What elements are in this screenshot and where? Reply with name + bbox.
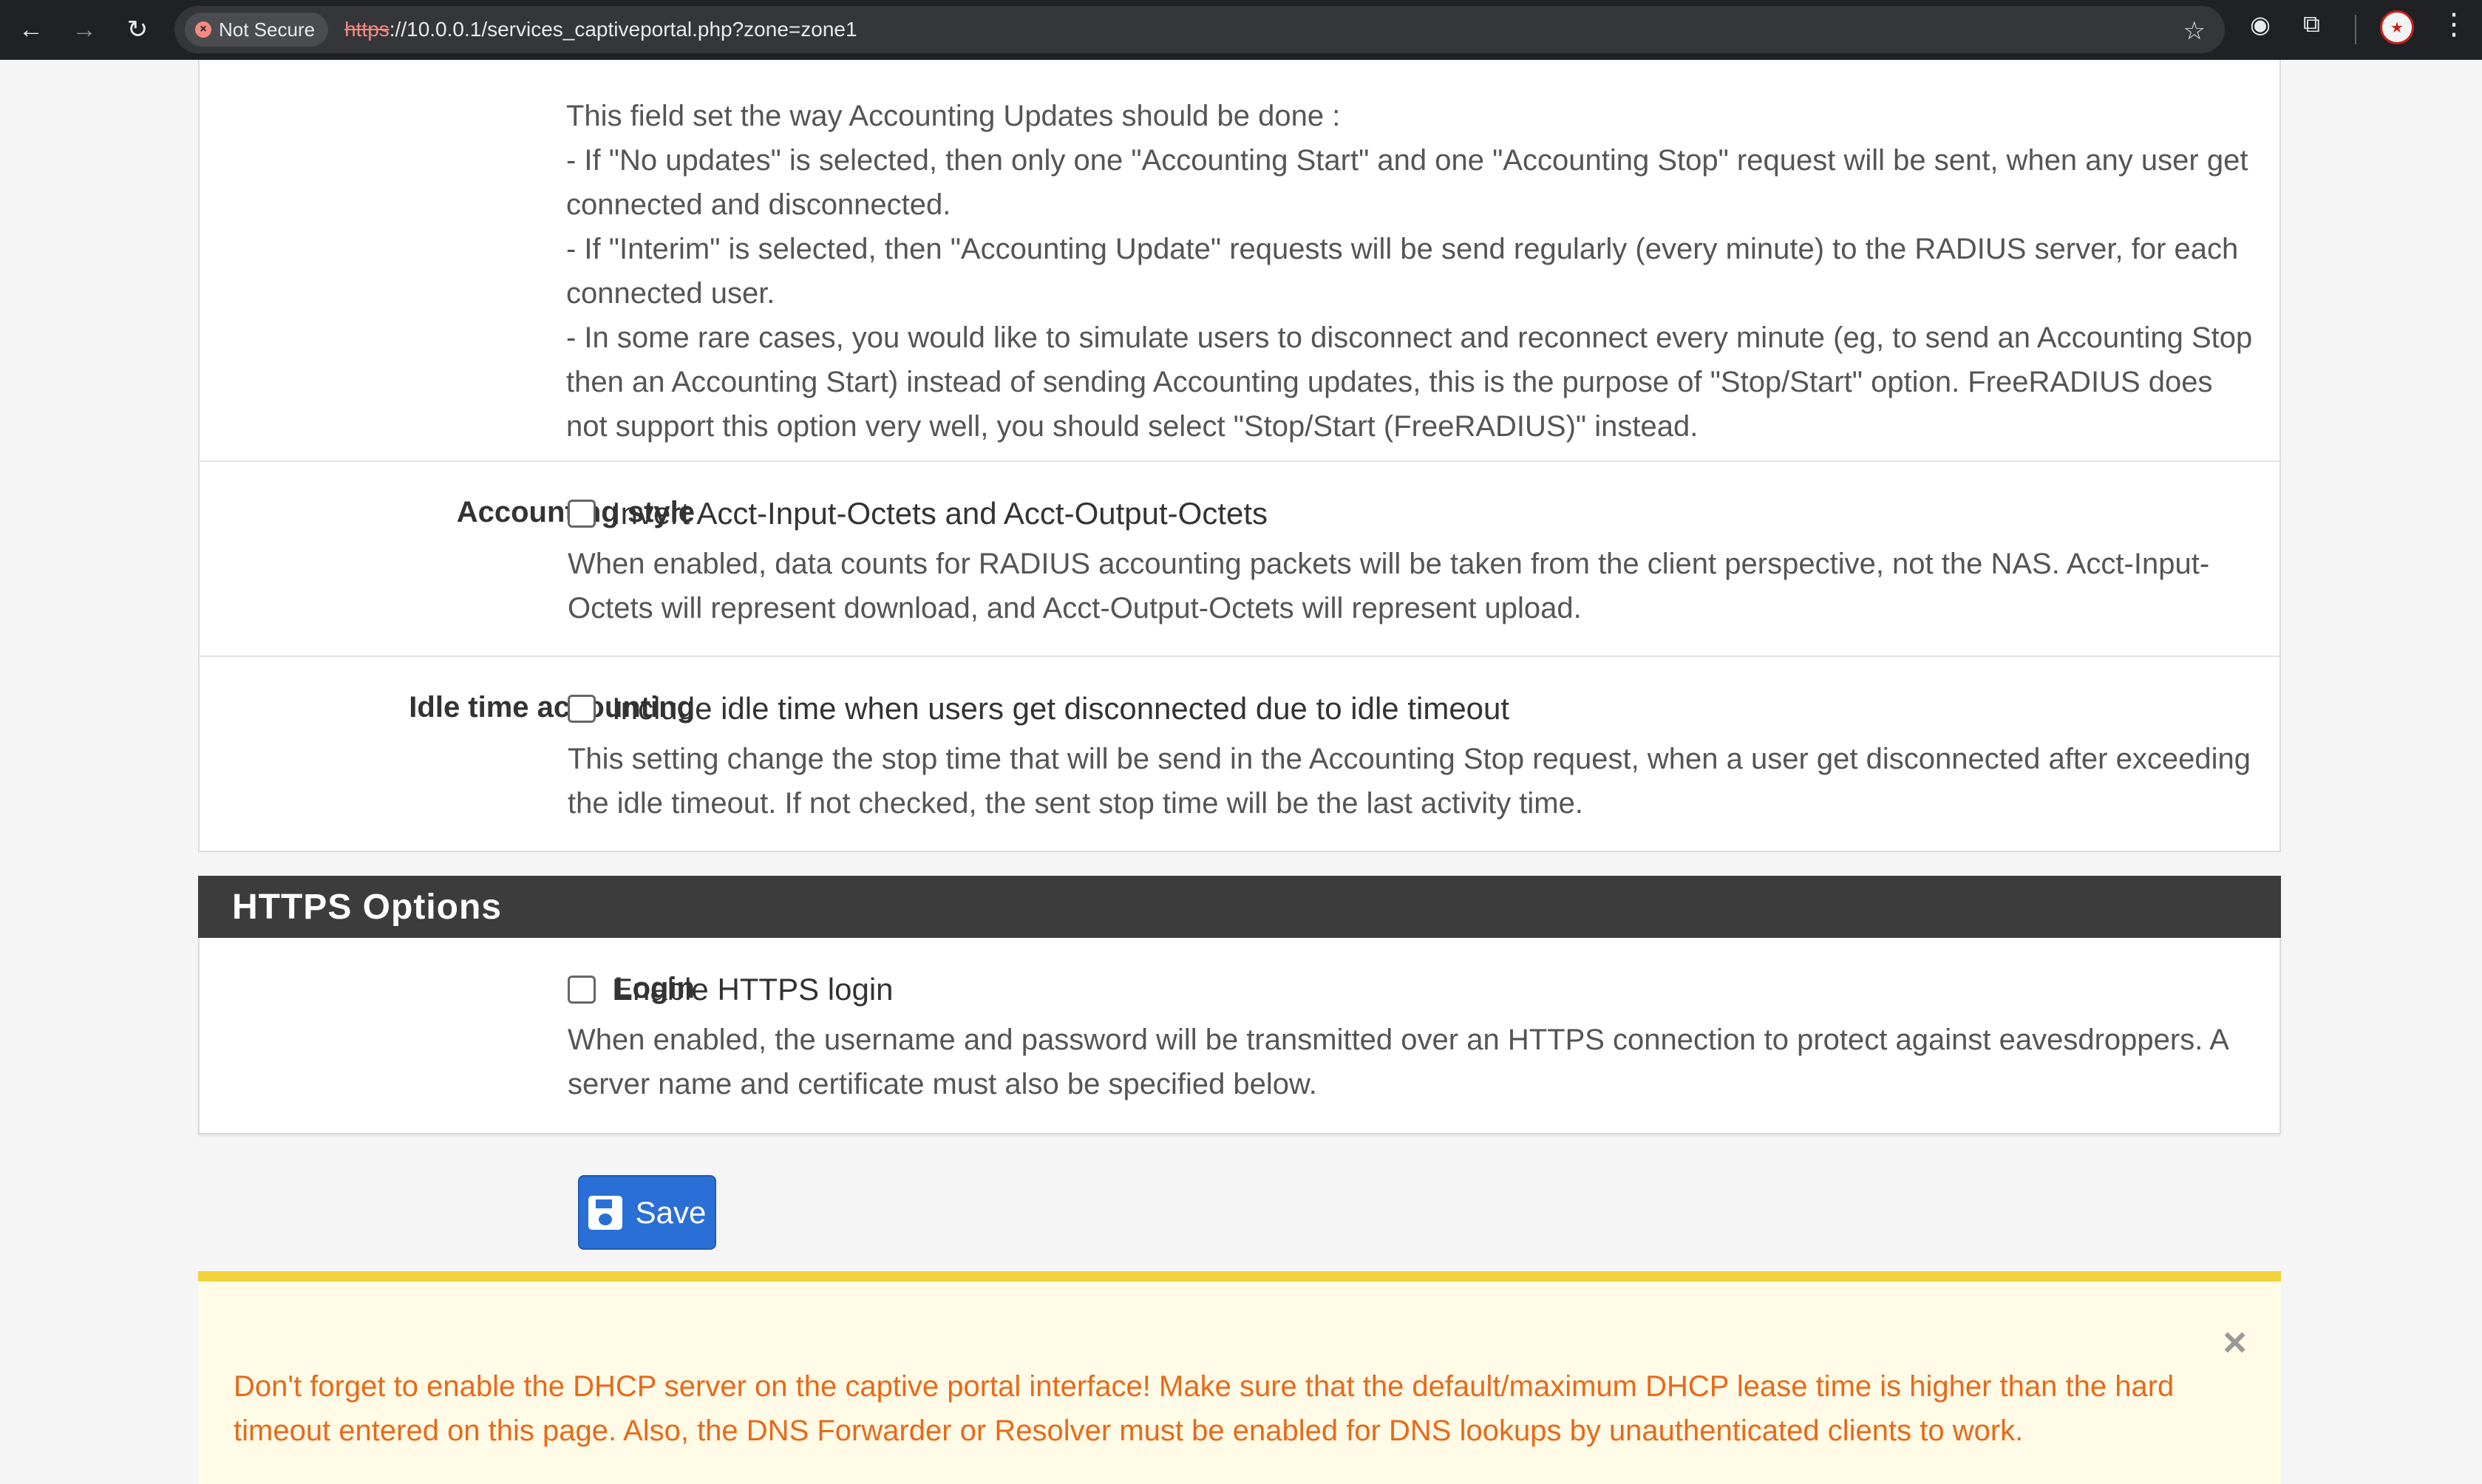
- url-scheme: https: [344, 18, 390, 41]
- invert-octets-checkbox[interactable]: [568, 500, 596, 528]
- section-title-https: HTTPS Options: [198, 876, 2281, 938]
- menu-kebab-icon[interactable]: ⋮: [2439, 7, 2469, 41]
- accounting-style-help: When enabled, data counts for RADIUS acc…: [568, 548, 2210, 624]
- https-login-checkbox[interactable]: [568, 976, 596, 1004]
- idle-time-row: Idle time accounting Include idle time w…: [200, 657, 2279, 852]
- help-line: This field set the way Accounting Update…: [566, 100, 1341, 132]
- https-login-checkbox-label: Enable HTTPS login: [612, 972, 894, 1007]
- invert-octets-checkbox-label: Invert Acct-Input-Octets and Acct-Output…: [612, 496, 1268, 531]
- dhcp-warning-alert: × Don't forget to enable the DHCP server…: [198, 1271, 2281, 1484]
- security-chip-label: Not Secure: [219, 18, 316, 41]
- toolbar-divider: [2355, 15, 2356, 44]
- accounting-updates-help: This field set the way Accounting Update…: [566, 94, 2257, 449]
- address-bar[interactable]: × Not Secure https://10.0.0.1/services_c…: [174, 6, 2225, 53]
- help-line: - In some rare cases, you would like to …: [566, 321, 2253, 443]
- browser-toolbar: ← → ↻ × Not Secure https://10.0.0.1/serv…: [0, 0, 2482, 60]
- profile-avatar[interactable]: ★: [2380, 10, 2414, 44]
- help-line: - If "Interim" is selected, then "Accoun…: [566, 233, 2239, 310]
- floppy-disk-icon: [588, 1195, 622, 1230]
- url-text[interactable]: https://10.0.0.1/services_captiveportal.…: [344, 18, 857, 41]
- alert-message: Don't forget to enable the DHCP server o…: [234, 1370, 2175, 1447]
- back-arrow-icon[interactable]: ←: [10, 9, 52, 50]
- save-button[interactable]: Save: [578, 1175, 716, 1250]
- puzzle-icon[interactable]: ⧉: [2303, 10, 2320, 38]
- help-line: - If "No updates" is selected, then only…: [566, 144, 2248, 221]
- https-login-option[interactable]: Enable HTTPS login: [568, 972, 2257, 1007]
- security-chip[interactable]: × Not Secure: [185, 13, 329, 47]
- not-secure-icon: ×: [195, 21, 211, 38]
- https-login-help: When enabled, the username and password …: [568, 1024, 2228, 1100]
- radius-accounting-panel: This field set the way Accounting Update…: [198, 60, 2281, 852]
- accounting-style-option[interactable]: Invert Acct-Input-Octets and Acct-Output…: [568, 496, 2257, 531]
- idle-time-checkbox[interactable]: [568, 695, 596, 723]
- reload-icon[interactable]: ↻: [117, 9, 158, 50]
- https-login-row: Login Enable HTTPS login When enabled, t…: [200, 938, 2279, 1133]
- forward-arrow-icon[interactable]: →: [64, 9, 105, 50]
- idle-time-help: This setting change the stop time that w…: [568, 743, 2251, 820]
- extension-icon[interactable]: ◉: [2250, 10, 2271, 38]
- bookmark-star-icon[interactable]: ☆: [2183, 16, 2206, 46]
- idle-time-option[interactable]: Include idle time when users get disconn…: [568, 691, 2257, 726]
- url-path: ://10.0.0.1/services_captiveportal.php?z…: [389, 18, 857, 41]
- https-options-panel: Login Enable HTTPS login When enabled, t…: [198, 938, 2281, 1134]
- close-icon[interactable]: ×: [2223, 1321, 2247, 1363]
- accounting-updates-row: This field set the way Accounting Update…: [200, 60, 2279, 462]
- save-button-label: Save: [635, 1194, 707, 1230]
- idle-time-checkbox-label: Include idle time when users get disconn…: [612, 691, 1510, 726]
- accounting-style-row: Accounting style Invert Acct-Input-Octet…: [200, 462, 2279, 657]
